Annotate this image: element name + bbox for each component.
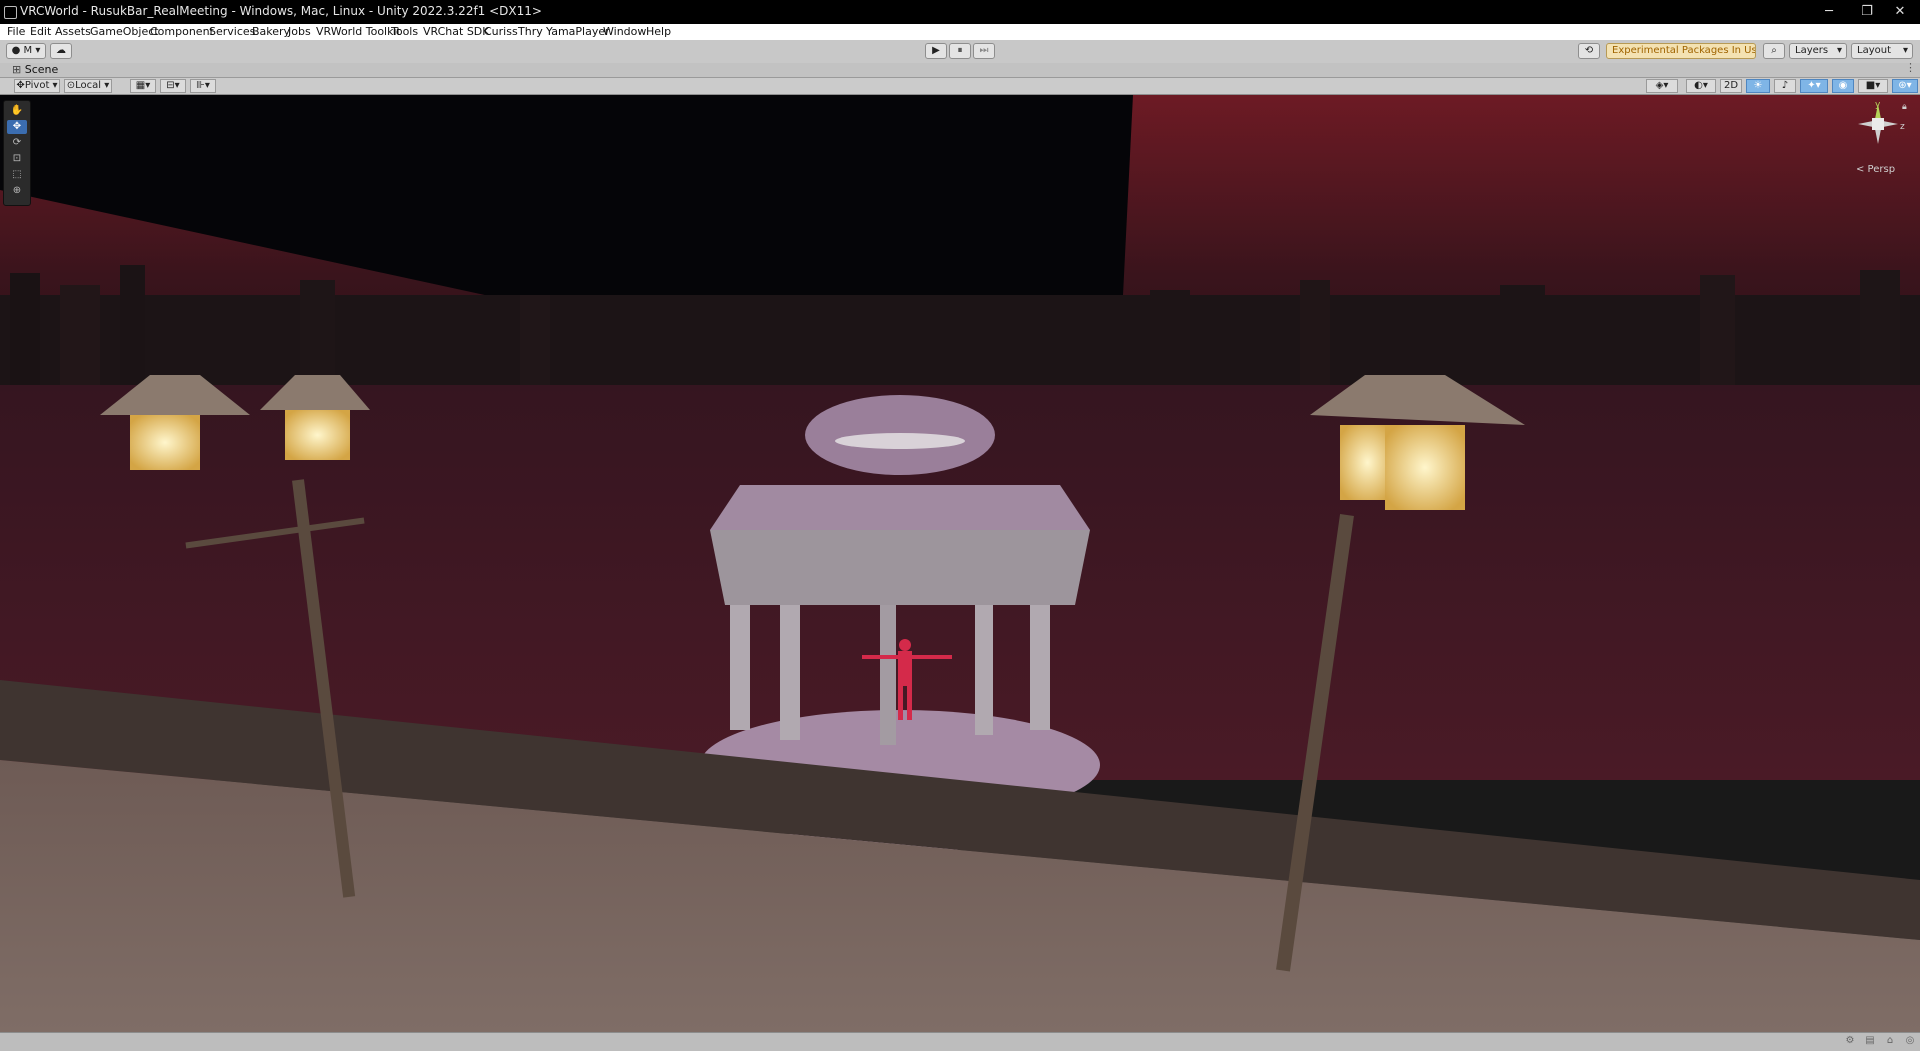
history-icon: ⟲	[1584, 45, 1594, 56]
gizmos-dropdown[interactable]: ⊛▾	[1892, 79, 1918, 93]
layout-dropdown[interactable]: Layout ▾	[1851, 43, 1913, 59]
effects-toggle[interactable]: ✦▾	[1800, 79, 1828, 93]
scene-toolbar: ✥Pivot ▾ ⊙Local ▾ ▦▾ ⊟▾ ⊪▾ ◈▾ ◐▾ 2D ☀ ♪ …	[0, 78, 1920, 95]
local-toggle[interactable]: ⊙Local ▾	[64, 79, 112, 93]
search-icon: ⌕	[1771, 45, 1777, 56]
status-bar: ⚙ ▤ ⌂ ◎	[0, 1032, 1920, 1051]
layout-label: Layout	[1857, 45, 1891, 56]
menu-assets[interactable]: Assets	[55, 25, 91, 38]
step-button[interactable]: ⏭	[973, 43, 995, 59]
projection-label[interactable]: < Persp	[1856, 164, 1895, 175]
draw-mode-icon: ◈▾	[1655, 80, 1669, 91]
lighting-icon: ☀	[1753, 80, 1763, 91]
menu-bakery[interactable]: Bakery	[252, 25, 290, 38]
shading-mode-dropdown[interactable]: ◐▾	[1686, 79, 1716, 93]
menu-vrchat-sdk[interactable]: VRChat SDK	[423, 25, 490, 38]
main-toolbar: ● M ▾ ☁ ▶ ⏸ ⏭ ⟲ Experimental Packages In…	[0, 40, 1920, 64]
grid-icon: ▦▾	[135, 80, 151, 91]
cloud-button[interactable]: ☁	[50, 43, 72, 59]
grid-toggle[interactable]: ▦▾	[130, 79, 156, 93]
local-icon: ⊙	[66, 80, 76, 91]
user-icon: ●	[11, 45, 24, 56]
menu-window[interactable]: Window	[603, 25, 646, 38]
2d-toggle[interactable]: 2D	[1720, 79, 1742, 93]
gizmo-y-label: y	[1875, 100, 1881, 110]
scene-grid-icon: ⊞	[12, 63, 25, 76]
close-button[interactable]: ✕	[1880, 0, 1920, 24]
visibility-toggle[interactable]: ◉	[1832, 79, 1854, 93]
gizmo-z-label: z	[1900, 122, 1905, 132]
menu-vrworld-toolkit[interactable]: VRWorld Toolkit	[316, 25, 401, 38]
menu-services[interactable]: Services	[209, 25, 255, 38]
pivot-toggle[interactable]: ✥Pivot ▾	[14, 79, 60, 93]
increment-snap-toggle[interactable]: ⊪▾	[190, 79, 216, 93]
camera-icon: ■▾	[1865, 80, 1881, 91]
effects-icon: ✦▾	[1807, 80, 1821, 91]
window-title-bar: VRCWorld - RusukBar_RealMeeting - Window…	[0, 0, 1920, 24]
history-button[interactable]: ⟲	[1578, 43, 1600, 59]
scene-render	[0, 95, 1920, 1032]
lock-icon[interactable]: 🔒︎	[1902, 102, 1907, 112]
hand-tool-icon[interactable]: ✋	[7, 104, 27, 118]
layers-label: Layers	[1795, 45, 1829, 56]
menu-tools[interactable]: Tools	[391, 25, 418, 38]
account-dropdown[interactable]: ● M ▾	[6, 43, 46, 59]
scene-tools-panel: ✋ ✥ ⟳ ⊡ ⬚ ⊕	[3, 100, 31, 206]
audio-toggle[interactable]: ♪	[1774, 79, 1796, 93]
menu-gameobject[interactable]: GameObject	[90, 25, 159, 38]
cloud-icon: ☁	[56, 45, 66, 56]
pause-button[interactable]: ⏸	[949, 43, 971, 59]
shading-sphere-icon: ◐▾	[1694, 80, 1708, 91]
tab-menu-icon[interactable]: ⋮	[1905, 61, 1916, 74]
menu-component[interactable]: Component	[150, 25, 214, 38]
pivot-label: Pivot	[24, 80, 50, 91]
draw-mode-dropdown[interactable]: ◈▾	[1646, 79, 1678, 93]
scene-tab-label: Scene	[24, 63, 59, 76]
bug-icon[interactable]: ⚙	[1844, 1035, 1856, 1047]
move-tool-icon[interactable]: ✥	[7, 120, 27, 134]
layers-dropdown[interactable]: Layers ▾	[1789, 43, 1847, 59]
menu-help[interactable]: Help	[646, 25, 671, 38]
rect-tool-icon[interactable]: ⬚	[7, 168, 27, 182]
unity-logo-icon	[4, 6, 17, 19]
menu-curiss[interactable]: Curiss	[484, 25, 518, 38]
menu-edit[interactable]: Edit	[30, 25, 51, 38]
snap-icon: ⊟▾	[166, 80, 180, 91]
play-button[interactable]: ▶	[925, 43, 947, 59]
increment-icon: ⊪▾	[196, 80, 210, 91]
account-label: M	[23, 45, 33, 56]
experimental-packages-dropdown[interactable]: Experimental Packages In Use ▾	[1606, 43, 1756, 59]
transform-tool-icon[interactable]: ⊕	[7, 184, 27, 198]
camera-settings-dropdown[interactable]: ■▾	[1858, 79, 1888, 93]
search-button[interactable]: ⌕	[1763, 43, 1785, 59]
gizmos-icon: ⊛▾	[1898, 80, 1912, 91]
lighting-toggle[interactable]: ☀	[1746, 79, 1770, 93]
cache-icon[interactable]: ◎	[1904, 1035, 1916, 1047]
menu-bar: File Edit Assets GameObject Component Se…	[0, 24, 1920, 40]
menu-file[interactable]: File	[7, 25, 25, 38]
rotate-tool-icon[interactable]: ⟳	[7, 136, 27, 150]
progress-icon[interactable]: ▤	[1864, 1035, 1876, 1047]
local-label: Local	[75, 80, 102, 91]
scene-viewport[interactable]	[0, 95, 1920, 1032]
visibility-icon: ◉	[1838, 80, 1848, 91]
tab-scene[interactable]: ⊞ Scene	[8, 63, 62, 77]
audio-icon: ♪	[1781, 80, 1789, 91]
scale-tool-icon[interactable]: ⊡	[7, 152, 27, 166]
snap-toggle[interactable]: ⊟▾	[160, 79, 186, 93]
menu-yamaplayer[interactable]: YamaPlayer	[546, 25, 610, 38]
menu-thry[interactable]: Thry	[518, 25, 543, 38]
pivot-icon: ✥	[16, 80, 25, 91]
window-title: VRCWorld - RusukBar_RealMeeting - Window…	[20, 4, 542, 18]
network-icon[interactable]: ⌂	[1884, 1035, 1896, 1047]
menu-jobs[interactable]: Jobs	[288, 25, 311, 38]
scene-tab-strip: ⊞ Scene ⋮	[0, 61, 1920, 78]
